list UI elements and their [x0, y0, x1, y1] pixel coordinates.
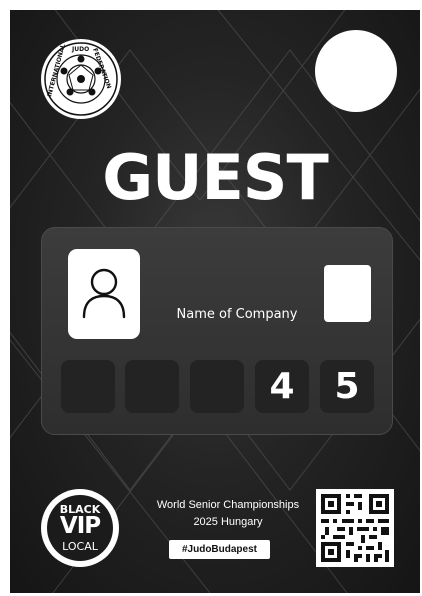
access-slot-2	[125, 360, 179, 413]
company-name: Name of Company	[176, 307, 298, 322]
access-slot-3	[190, 360, 244, 413]
access-slot-1	[61, 360, 115, 413]
hashtag-label: #JudoBudapest	[169, 540, 270, 559]
ijf-seal-icon: JUDO INTERNATIONAL FEDERATION	[44, 42, 118, 116]
vip-line-vip: VIP	[59, 513, 101, 539]
access-slot-5: 5	[320, 360, 374, 413]
event-year-location: 2025 Hungary	[193, 516, 263, 528]
access-square	[324, 265, 371, 322]
vip-line-local: LOCAL	[62, 540, 98, 553]
user-icon	[82, 268, 126, 319]
qr-code	[316, 489, 394, 567]
photo-placeholder-circle	[315, 30, 397, 112]
info-panel: Name of Company 4 5	[41, 227, 393, 435]
black-vip-local-badge: BLACK VIP LOCAL	[41, 489, 119, 567]
badge-role-title: GUEST	[102, 141, 329, 214]
avatar	[68, 249, 140, 339]
ijf-logo: JUDO INTERNATIONAL FEDERATION	[41, 39, 121, 119]
access-slot-4: 4	[255, 360, 309, 413]
qr-code-icon	[321, 494, 389, 562]
event-name: World Senior Championships	[156, 499, 300, 511]
ijf-text-top: JUDO	[71, 46, 89, 53]
badge-card: JUDO INTERNATIONAL FEDERATION GUEST Name…	[10, 10, 420, 593]
event-info: World Senior Championships 2025 Hungary	[128, 497, 328, 531]
